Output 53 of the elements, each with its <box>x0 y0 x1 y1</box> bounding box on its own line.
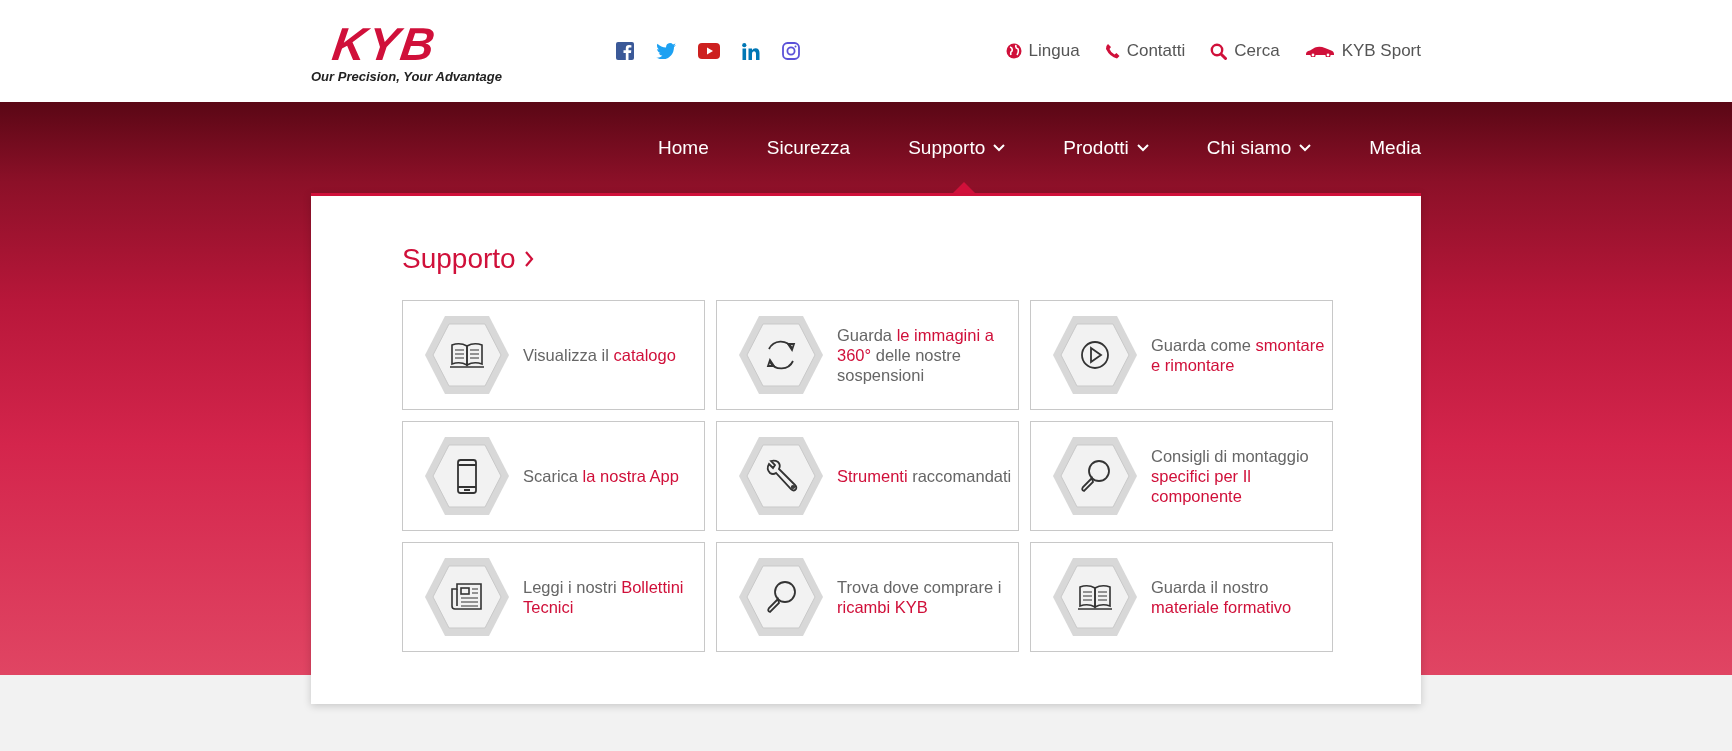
section-title-link[interactable]: Supporto <box>402 243 534 275</box>
car-icon <box>1304 45 1335 57</box>
header-link[interactable]: Cerca <box>1210 41 1280 61</box>
card-text: Guarda il nostro materiale formativo <box>1151 577 1293 617</box>
card-text: Strumenti raccomandati <box>837 466 1013 486</box>
card-text: Trova dove comprare i ricambi KYB <box>837 577 1003 617</box>
youtube-icon[interactable] <box>698 43 720 59</box>
search-icon <box>1210 42 1228 60</box>
support-card[interactable]: Guarda il nostro materiale formativo <box>1030 542 1333 652</box>
globe-icon <box>1005 43 1022 59</box>
rotate-icon <box>738 315 824 395</box>
linkedin-icon[interactable] <box>742 42 760 60</box>
facebook-icon[interactable] <box>616 42 634 60</box>
support-card[interactable]: Trova dove comprare i ricambi KYB <box>716 542 1019 652</box>
phone-icon <box>424 436 510 516</box>
logo[interactable]: KYB <box>329 22 440 66</box>
card-text: Scarica la nostra App <box>523 466 680 486</box>
book-icon <box>424 315 510 395</box>
support-card[interactable]: Leggi i nostri Bollettini Tecnici <box>402 542 705 652</box>
nav-item[interactable]: Home <box>658 102 709 193</box>
card-text: Guarda come smontare e rimontare <box>1151 335 1326 375</box>
instagram-icon[interactable] <box>782 42 800 60</box>
card-text: Consigli di montaggio specifici per Il componente <box>1151 446 1310 506</box>
magnifier-icon <box>1052 436 1138 516</box>
card-text: Visualizza il catalogo <box>523 345 677 365</box>
newspaper-icon <box>424 557 510 637</box>
support-card[interactable]: Scarica la nostra App <box>402 421 705 531</box>
card-text: Guarda le immagini a 360° delle nostre sospensioni <box>837 325 995 385</box>
card-text: Leggi i nostri Bollettini Tecnici <box>523 577 685 617</box>
play-icon <box>1052 315 1138 395</box>
nav-item[interactable]: Chi siamo <box>1206 102 1312 193</box>
logo-tagline: Our Precision, Your Advantage <box>311 69 502 84</box>
support-card[interactable]: Guarda le immagini a 360° delle nostre sospensioni <box>716 300 1019 410</box>
nav-item[interactable]: Media <box>1369 102 1421 193</box>
chevron-right-icon <box>523 250 534 268</box>
header-link[interactable]: KYB Sport <box>1304 41 1421 61</box>
nav-item[interactable]: Prodotti <box>1063 102 1149 193</box>
chevron-down-icon <box>1136 143 1149 152</box>
support-card[interactable]: Visualizza il catalogo <box>402 300 705 410</box>
chevron-down-icon <box>993 143 1006 152</box>
book-icon <box>1052 557 1138 637</box>
header-link[interactable]: Lingua <box>1005 41 1080 61</box>
magnifier-icon <box>738 557 824 637</box>
support-card[interactable]: Consigli di montaggio specifici per Il componente <box>1030 421 1333 531</box>
header-link[interactable]: Contatti <box>1104 41 1186 61</box>
phone-icon <box>1104 43 1120 59</box>
support-card[interactable]: Guarda come smontare e rimontare <box>1030 300 1333 410</box>
nav-item[interactable]: Supporto <box>908 102 1006 193</box>
nav-item[interactable]: Sicurezza <box>766 102 851 193</box>
chevron-down-icon <box>1299 143 1312 152</box>
twitter-icon[interactable] <box>656 43 676 59</box>
support-card[interactable]: Strumenti raccomandati <box>716 421 1019 531</box>
wrench-icon <box>738 436 824 516</box>
